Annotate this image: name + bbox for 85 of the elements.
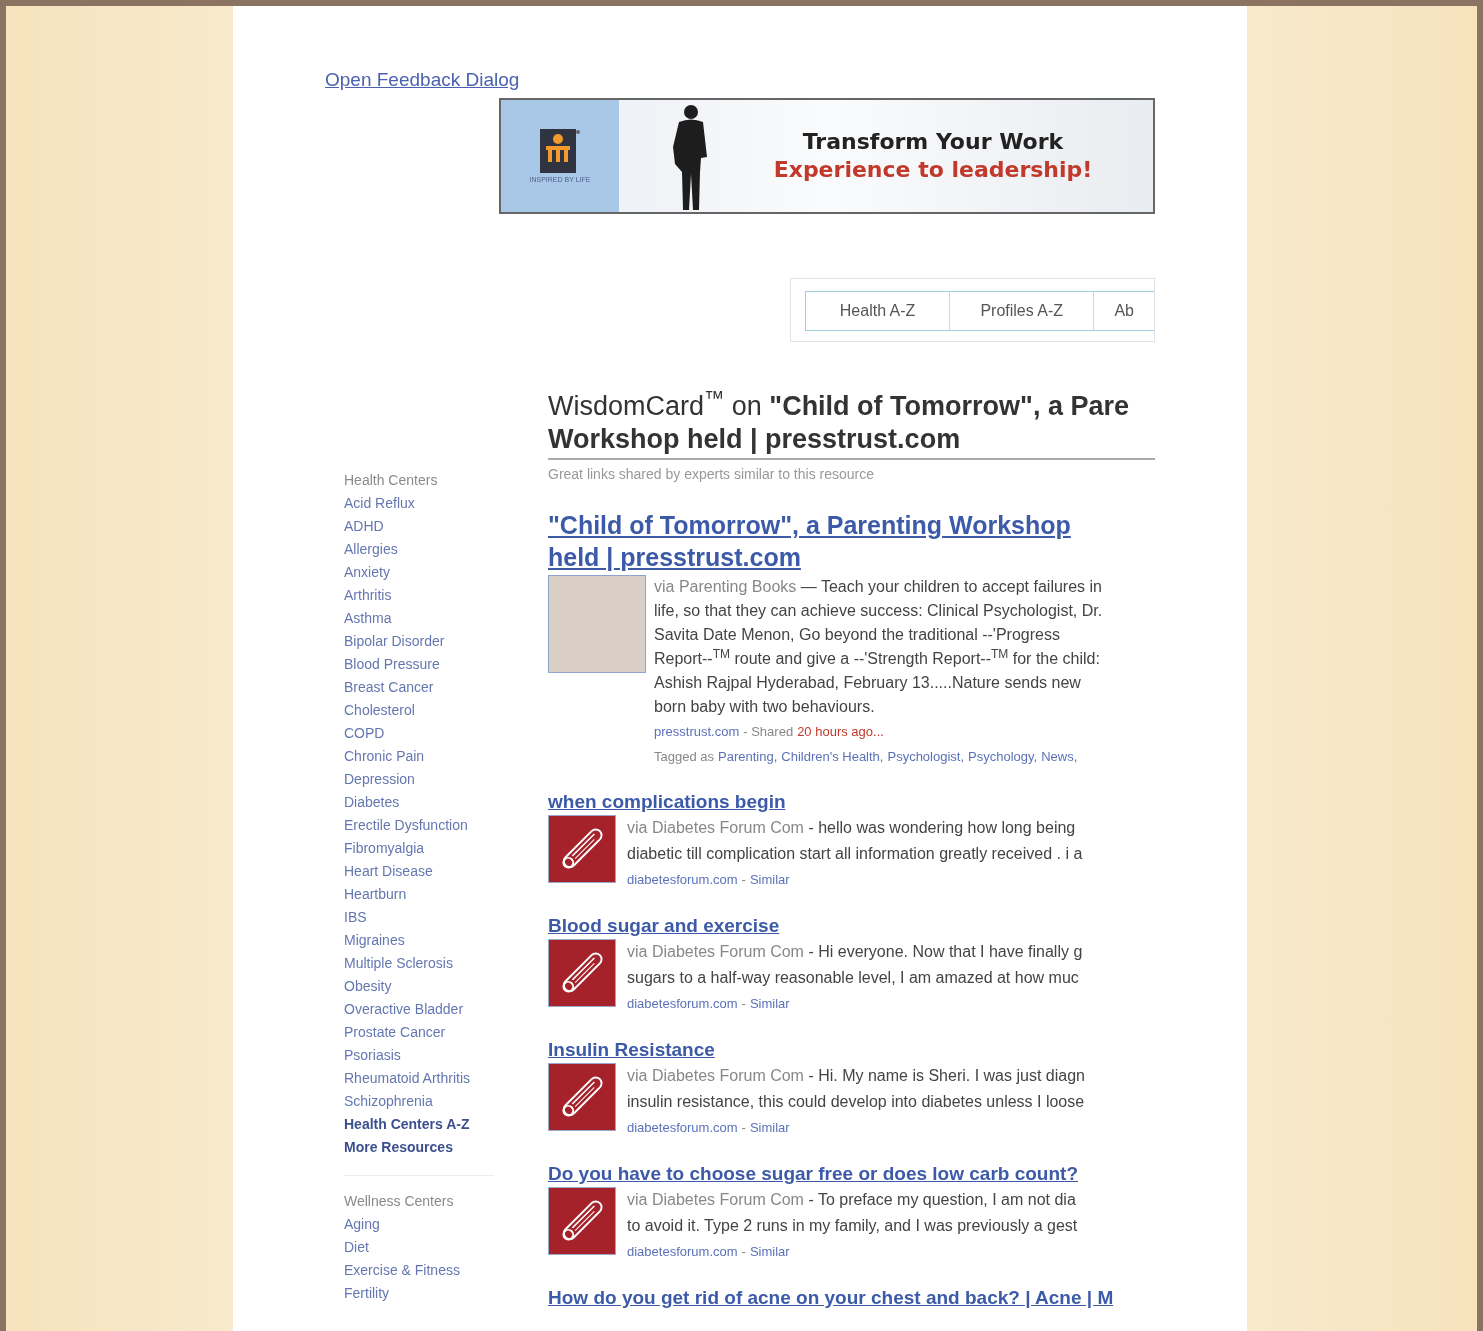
- banner-subline: Experience to leadership!: [773, 156, 1093, 184]
- tag-link[interactable]: Children's Health,: [781, 744, 884, 769]
- similar-link[interactable]: Similar: [749, 991, 790, 1017]
- sidebar-link[interactable]: Arthritis: [344, 584, 392, 607]
- sidebar-link[interactable]: More Resources: [344, 1136, 453, 1159]
- sidebar-link[interactable]: Fibromyalgia: [344, 837, 425, 860]
- tagged-label: Tagged as: [654, 748, 714, 766]
- logo-thumbnail: [548, 939, 616, 1007]
- sidebar-link[interactable]: Obesity: [344, 975, 392, 998]
- tag-link[interactable]: Parenting,: [718, 744, 778, 769]
- source-link[interactable]: diabetesforum.com: [627, 1115, 738, 1141]
- sidebar-link[interactable]: Diet: [344, 1236, 369, 1259]
- banner-headline: Transform Your Work: [802, 128, 1064, 156]
- sidebar-link[interactable]: Anxiety: [344, 561, 390, 584]
- sidebar-heading: Wellness Centers: [344, 1192, 454, 1211]
- shared-label: - Shared: [743, 723, 794, 741]
- source-link[interactable]: diabetesforum.com: [627, 1239, 738, 1265]
- logo-thumbnail: [548, 1063, 616, 1131]
- similar-link[interactable]: Similar: [749, 867, 790, 893]
- sidebar-link[interactable]: Heartburn: [344, 883, 407, 906]
- sidebar-link[interactable]: Blood Pressure: [344, 653, 440, 676]
- sidebar-link[interactable]: Bipolar Disorder: [344, 630, 445, 653]
- nav-tab[interactable]: Ab: [1094, 292, 1154, 330]
- nav-tab[interactable]: Health A-Z: [806, 292, 951, 330]
- sidebar-link[interactable]: Migraines: [344, 929, 405, 952]
- sidebar-link[interactable]: Heart Disease: [344, 860, 433, 883]
- sidebar-link[interactable]: Overactive Bladder: [344, 998, 464, 1021]
- result-snippet: via Parenting Books — Teach your children to accept failures in life, so that they can achieve success: Clinical Psychologist, Dr. Savita Date Menon, Go beyond the traditional --'Progress Report--$^{TM}$ route and give a --'Strength Report--$^{TM}$ for the child: Ashish Rajpal Hyderabad, February 13.....Nature sends new born baby with two behaviours.: [654, 577, 1104, 717]
- similar-link[interactable]: Similar: [749, 1239, 790, 1265]
- page-heading: WisdomCard$^{™}$ on "Child of Tomorrow", a Pare: [548, 390, 1129, 423]
- tag-link[interactable]: Psychologist,: [887, 744, 965, 769]
- result-snippet: insulin resistance, this could develop into diabetes unless I loose: [627, 1092, 1085, 1112]
- sidebar-link[interactable]: Erectile Dysfunction: [344, 814, 468, 837]
- result-title-link[interactable]: Blood sugar and exercise: [548, 914, 780, 938]
- separator-text: -: [741, 1119, 746, 1137]
- sidebar-link[interactable]: Psoriasis: [344, 1044, 401, 1067]
- page-heading: Workshop held | presstrust.com: [548, 423, 961, 456]
- result-snippet: via Diabetes Forum Com - Hi everyone. Now that I have finally g: [627, 942, 1083, 962]
- tag-link[interactable]: Psychology,: [968, 744, 1038, 769]
- shared-time: 20 hours ago...: [797, 723, 884, 741]
- sidebar-link[interactable]: Schizophrenia: [344, 1090, 433, 1113]
- sidebar-link[interactable]: Cholesterol: [344, 699, 415, 722]
- sidebar-heading: Health Centers: [344, 471, 438, 490]
- result-title-link[interactable]: Insulin Resistance: [548, 1038, 715, 1062]
- sidebar-link[interactable]: Prostate Cancer: [344, 1021, 446, 1044]
- sidebar-link[interactable]: Aging: [344, 1213, 380, 1236]
- result-snippet: sugars to a half-way reasonable level, I am amazed at how muc: [627, 968, 1079, 988]
- separator-text: -: [741, 995, 746, 1013]
- similar-link[interactable]: Similar: [749, 1115, 790, 1141]
- page-subtitle: Great links shared by experts similar to this resource: [548, 465, 874, 484]
- logo-icon: [540, 128, 580, 173]
- sidebar-link[interactable]: Asthma: [344, 607, 392, 630]
- separator-text: -: [741, 1243, 746, 1261]
- sidebar-link[interactable]: Rheumatoid Arthritis: [344, 1067, 471, 1090]
- sidebar-link[interactable]: Fertility: [344, 1282, 390, 1305]
- result-snippet: to avoid it. Type 2 runs in my family, and I was previously a gest: [627, 1216, 1078, 1236]
- result-snippet: diabetic till complication start all information greatly received . i a: [627, 844, 1083, 864]
- result-snippet: via Diabetes Forum Com - Hi. My name is Sheri. I was just diagn: [627, 1066, 1085, 1086]
- result-title-link[interactable]: when complications begin: [548, 790, 786, 814]
- result-snippet: via Diabetes Forum Com - hello was wondering how long being: [627, 818, 1076, 838]
- feedback-link[interactable]: Open Feedback Dialog: [325, 68, 520, 92]
- result-snippet: via Diabetes Forum Com - To preface my question, I am not dia: [627, 1190, 1076, 1210]
- nav-tab[interactable]: Profiles A-Z: [950, 292, 1095, 330]
- sidebar-link[interactable]: Acid Reflux: [344, 492, 415, 515]
- logo-thumbnail: [548, 1187, 616, 1255]
- sidebar-link[interactable]: Depression: [344, 768, 415, 791]
- logo-thumbnail: [548, 815, 616, 883]
- source-link[interactable]: presstrust.com: [654, 719, 740, 744]
- sidebar-link[interactable]: Breast Cancer: [344, 676, 434, 699]
- sidebar-link[interactable]: IBS: [344, 906, 367, 929]
- sidebar-link[interactable]: Diabetes: [344, 791, 400, 814]
- result-title-link[interactable]: Do you have to choose sugar free or does low carb count?: [548, 1162, 1078, 1186]
- sidebar-link[interactable]: ADHD: [344, 515, 384, 538]
- sidebar-link[interactable]: Health Centers A-Z: [344, 1113, 470, 1136]
- separator-text: -: [741, 871, 746, 889]
- result-title-link[interactable]: "Child of Tomorrow", a Parenting Workshop held | presstrust.com: [548, 509, 1128, 573]
- source-link[interactable]: diabetesforum.com: [627, 991, 738, 1017]
- sidebar-link[interactable]: Exercise & Fitness: [344, 1259, 460, 1282]
- sidebar-link[interactable]: Chronic Pain: [344, 745, 425, 768]
- source-link[interactable]: diabetesforum.com: [627, 867, 738, 893]
- sidebar-link[interactable]: Allergies: [344, 538, 398, 561]
- sidebar-link[interactable]: Multiple Sclerosis: [344, 952, 453, 975]
- result-title-link[interactable]: How do you get rid of acne on your chest and back? | Acne | M: [548, 1286, 1114, 1310]
- sidebar-link[interactable]: COPD: [344, 722, 385, 745]
- tag-link[interactable]: News,: [1041, 744, 1078, 769]
